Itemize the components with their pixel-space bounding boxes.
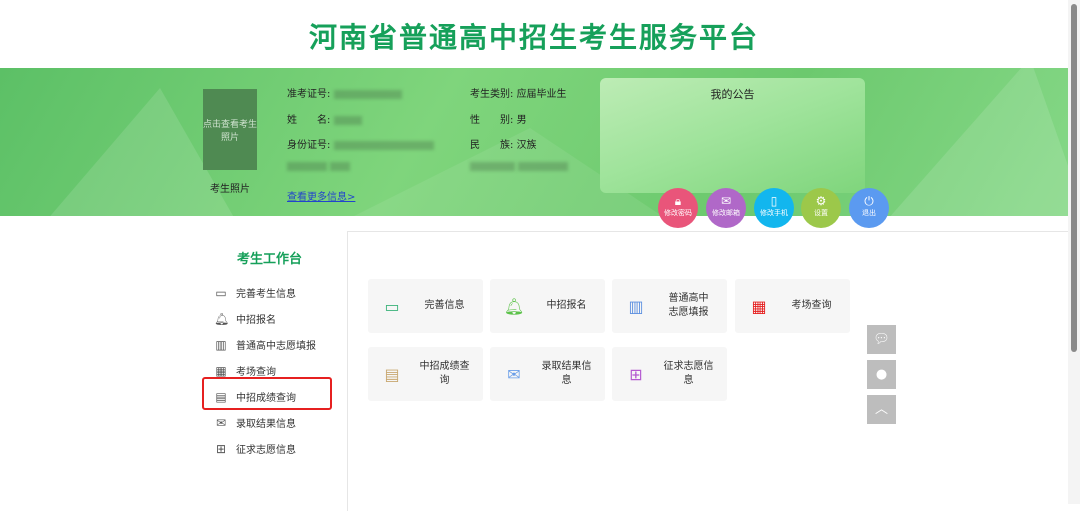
category-row: 考生类别: 应届毕业生 <box>470 85 567 100</box>
mail-icon: ✉ <box>720 194 732 208</box>
id-card-icon: ▭ <box>215 285 227 300</box>
ethnicity-label: 民 族: <box>470 140 514 151</box>
action-label: 修改邮箱 <box>712 209 740 217</box>
lock-icon: 🔒︎ <box>674 194 682 208</box>
wechat-icon: 💬︎ <box>873 332 890 347</box>
sidebar-title: 考生工作台 <box>237 252 303 267</box>
card-label-line1: 普通高中 <box>668 293 709 304</box>
wechat-button[interactable]: 💬︎ <box>867 325 896 354</box>
announcement-panel: 我的公告 <box>600 78 865 193</box>
sidebar-item-exam-room[interactable]: ▦ 考场查询 <box>214 363 276 379</box>
action-label: 设置 <box>814 209 828 217</box>
card-label: 中招成绩查询 <box>419 361 470 386</box>
card-volunteer[interactable]: ▥ 普通高中志愿填报 <box>612 279 727 333</box>
gender-label: 性 别: <box>470 115 514 126</box>
sidebar-item-registration[interactable]: 🔔︎ 中招报名 <box>214 311 276 327</box>
back-to-top-button[interactable]: ︿ <box>867 395 896 424</box>
card-label-line2: 志愿填报 <box>668 307 709 318</box>
bell-icon: 🔔︎ <box>503 296 525 316</box>
building-icon: ▥ <box>215 337 227 352</box>
id-label: 身份证号: <box>287 140 331 151</box>
view-more-info-link[interactable]: 查看更多信息> <box>287 188 355 203</box>
qq-icon: ● <box>875 367 888 382</box>
sidebar-item-label: 中招报名 <box>236 315 276 326</box>
name-row: 姓 名: <box>287 111 362 126</box>
exam-no-row: 准考证号: <box>287 85 402 100</box>
gear-icon: ⚙ <box>815 194 827 208</box>
sidebar-item-admission[interactable]: ✉ 录取结果信息 <box>214 415 296 431</box>
page-title: 河南省普通高中招生考生服务平台 <box>308 21 759 54</box>
card-label: 录取结果信息 <box>541 361 592 386</box>
card-label: 中招报名 <box>546 300 587 311</box>
highlight-box <box>202 377 332 410</box>
power-icon: ⏻ <box>864 194 874 208</box>
category-label: 考生类别: <box>470 89 514 100</box>
gender-value: 男 <box>516 115 527 126</box>
card-solicit[interactable]: ⊞ 征求志愿信息 <box>612 347 727 401</box>
view-photo-button[interactable]: 点击查看考生照片 <box>203 89 257 170</box>
card-score[interactable]: ▤ 中招成绩查询 <box>368 347 483 401</box>
redacted-row-2 <box>470 161 569 172</box>
sidebar-item-label: 录取结果信息 <box>236 419 296 430</box>
sidebar-item-label: 完善考生信息 <box>236 289 296 300</box>
sidebar-item-complete-info[interactable]: ▭ 完善考生信息 <box>214 285 296 301</box>
qq-button[interactable]: ● <box>867 360 896 389</box>
change-password-button[interactable]: 🔒︎ 修改密码 <box>658 188 698 228</box>
envelope-icon: ✉ <box>215 415 227 430</box>
building-icon: ▥ <box>628 296 644 316</box>
score-sheet-icon: ▤ <box>384 364 400 384</box>
id-row: 身份证号: <box>287 136 434 151</box>
redacted-row <box>287 161 351 172</box>
scrollbar-thumb[interactable] <box>1071 4 1077 352</box>
card-label: 完善信息 <box>424 300 465 311</box>
logout-button[interactable]: ⏻ 退出 <box>849 188 889 228</box>
announcement-title: 我的公告 <box>710 88 755 101</box>
change-email-button[interactable]: ✉ 修改邮箱 <box>706 188 746 228</box>
sidebar-item-solicit[interactable]: ⊞ 征求志愿信息 <box>214 441 296 457</box>
card-label: 征求志愿信息 <box>663 361 714 386</box>
form-add-icon: ⊞ <box>629 364 643 384</box>
card-exam-room[interactable]: ▦ 考场查询 <box>735 279 850 333</box>
envelope-icon: ✉ <box>507 364 521 384</box>
sidebar-item-label: 考场查询 <box>236 367 276 378</box>
back-to-top-icon: ︿ <box>874 402 888 417</box>
category-value: 应届毕业生 <box>516 89 567 100</box>
exam-room-icon: ▦ <box>751 296 767 316</box>
sidebar-item-label: 普通高中志愿填报 <box>236 341 316 352</box>
sidebar-item-label: 征求志愿信息 <box>236 445 296 456</box>
card-admission[interactable]: ✉ 录取结果信息 <box>490 347 605 401</box>
action-label: 退出 <box>862 209 876 217</box>
action-label: 修改手机 <box>760 209 788 217</box>
id-card-icon: ▭ <box>384 296 400 316</box>
phone-icon: ▯ <box>770 194 778 208</box>
change-phone-button[interactable]: ▯ 修改手机 <box>754 188 794 228</box>
card-label: 考场查询 <box>791 300 832 311</box>
id-value-redacted <box>333 140 434 150</box>
card-complete-info[interactable]: ▭ 完善信息 <box>368 279 483 333</box>
card-label: 普通高中 志愿填报 <box>660 292 727 320</box>
exam-no-label: 准考证号: <box>287 89 331 100</box>
form-add-icon: ⊞ <box>215 441 227 456</box>
name-value-redacted <box>333 115 362 125</box>
exam-room-icon: ▦ <box>215 363 227 378</box>
ethnicity-row: 民 族: 汉族 <box>470 136 537 151</box>
gender-row: 性 别: 男 <box>470 111 527 126</box>
bell-icon: 🔔︎ <box>214 311 230 326</box>
name-label: 姓 名: <box>287 115 331 126</box>
ethnicity-value: 汉族 <box>516 140 537 151</box>
photo-caption: 考生照片 <box>210 184 250 195</box>
exam-no-value-redacted <box>333 89 402 99</box>
settings-button[interactable]: ⚙ 设置 <box>801 188 841 228</box>
action-label: 修改密码 <box>664 209 692 217</box>
sidebar-item-volunteer[interactable]: ▥ 普通高中志愿填报 <box>214 337 316 353</box>
card-registration[interactable]: 🔔︎ 中招报名 <box>490 279 605 333</box>
